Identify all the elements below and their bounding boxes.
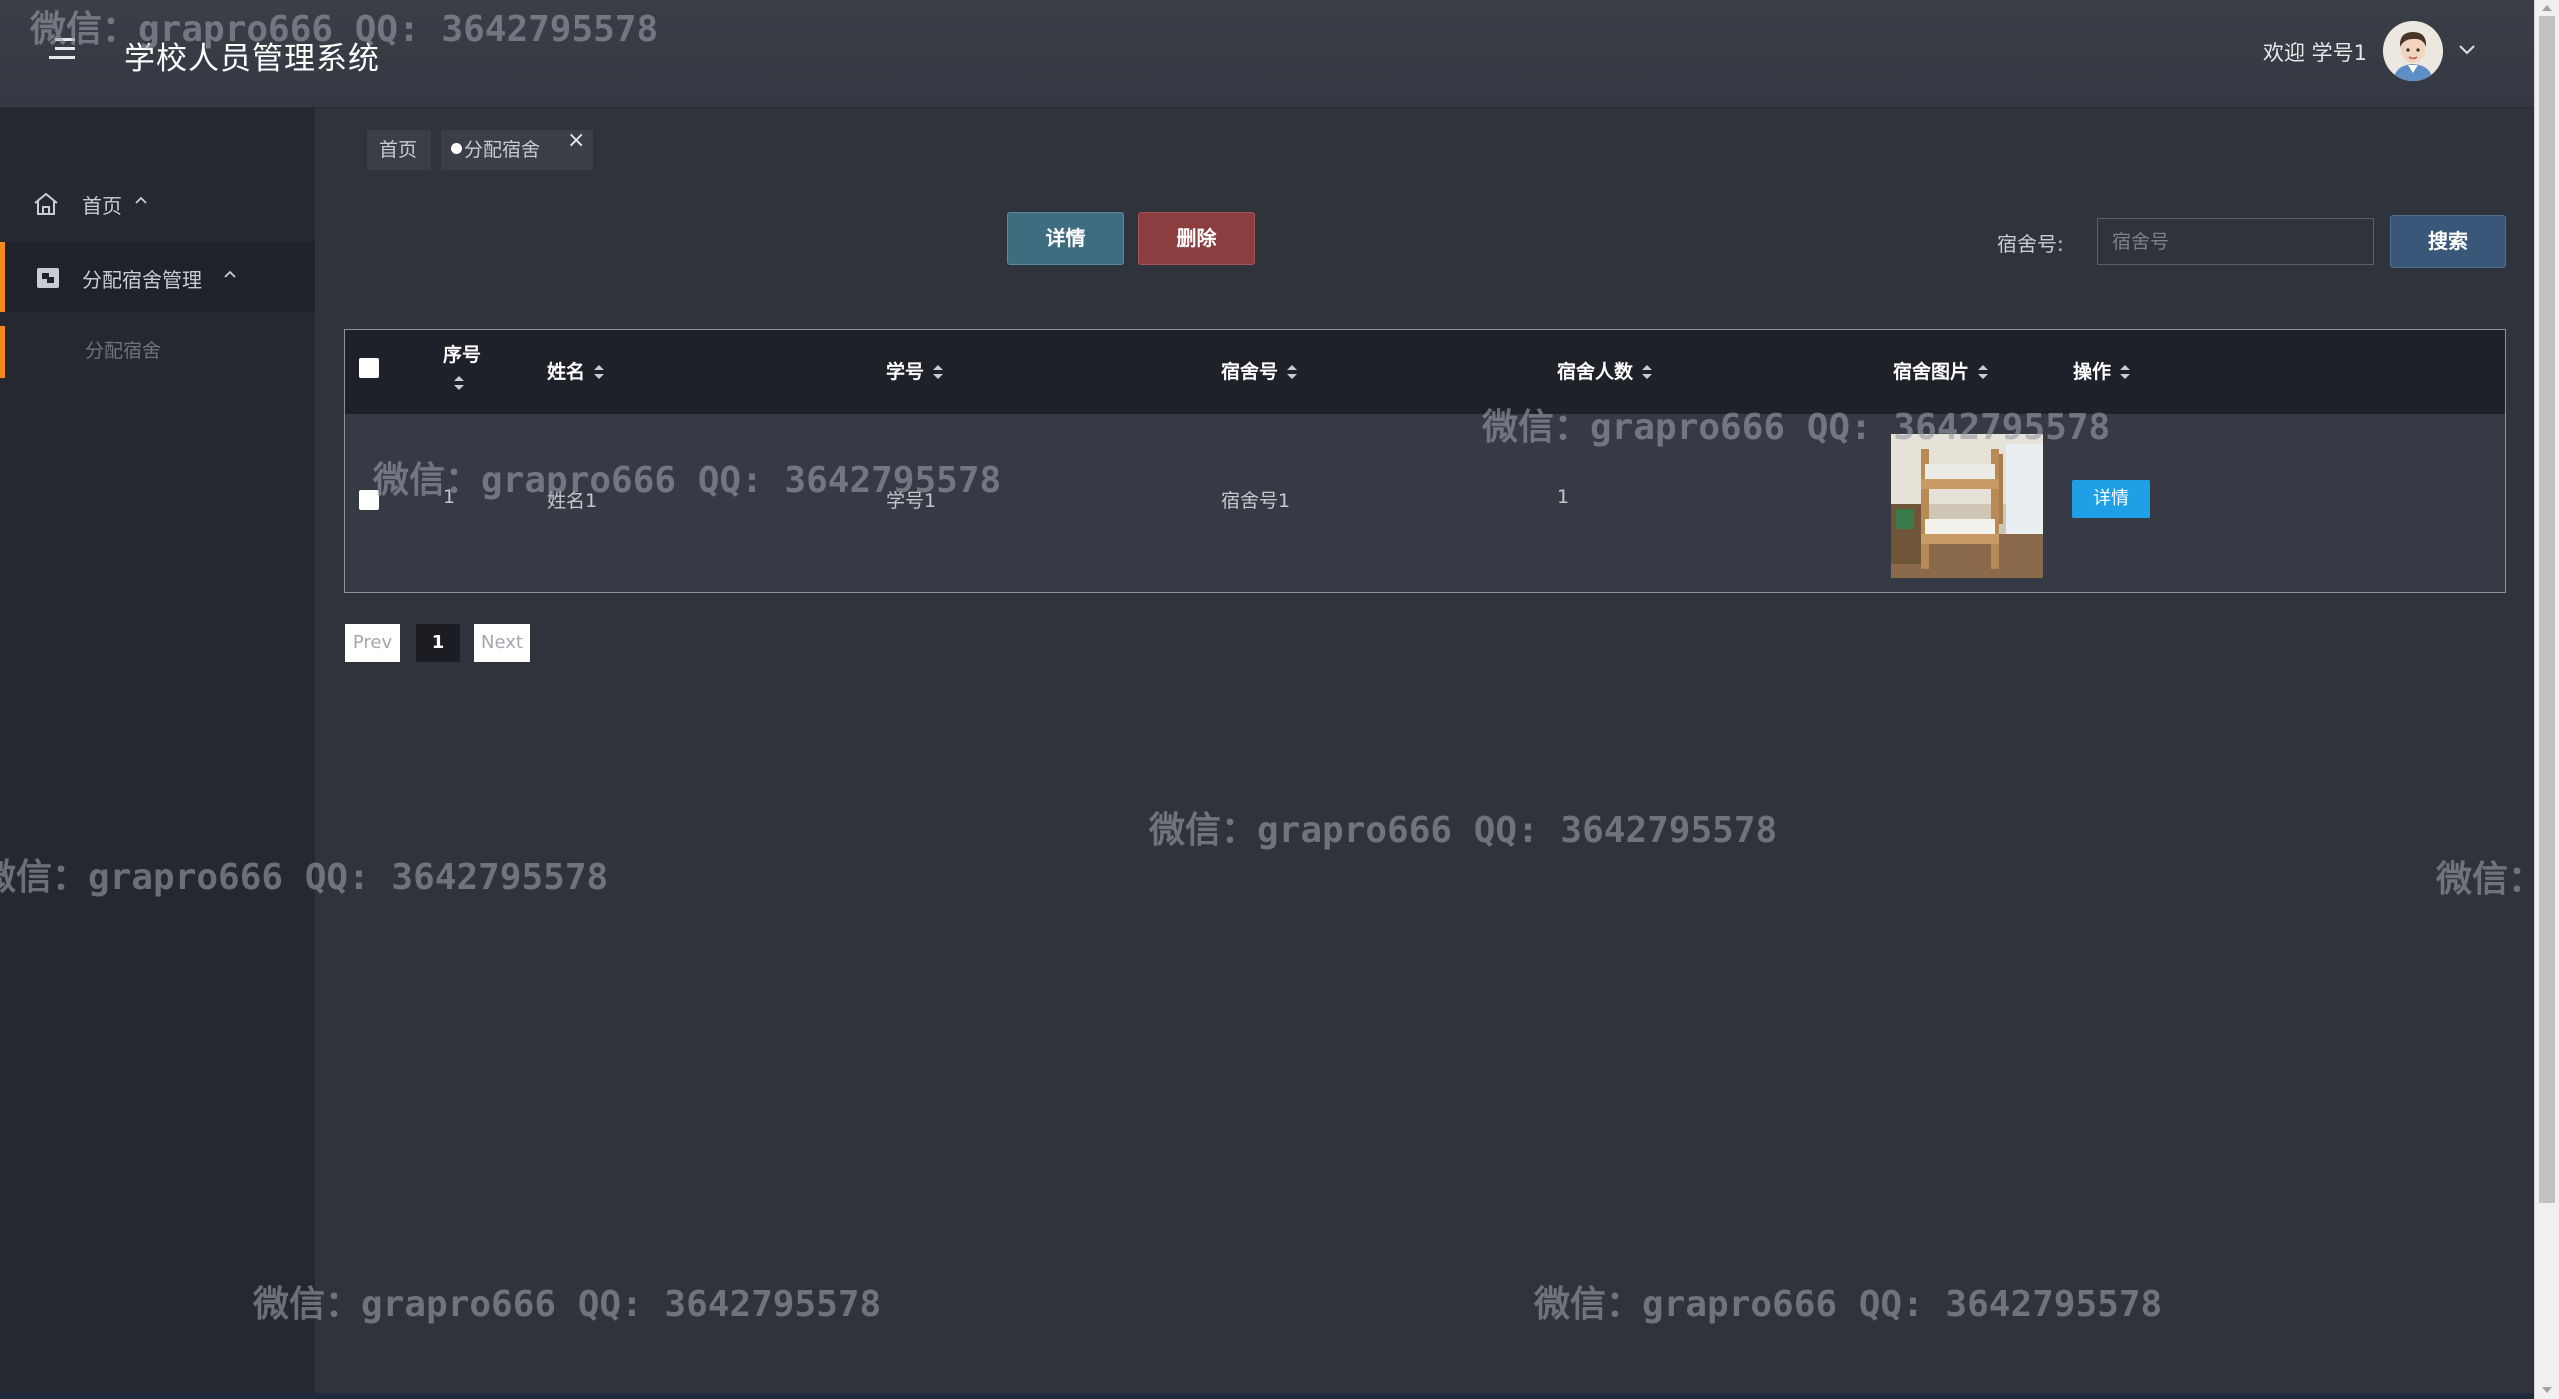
- column-label: 学号: [886, 361, 925, 383]
- cell-dorm-no: 宿舍号1: [1221, 490, 1291, 512]
- column-header-dorm-image[interactable]: 宿舍图片: [1893, 357, 1989, 384]
- select-all-checkbox[interactable]: [359, 358, 379, 378]
- sort-icon: [1978, 364, 1989, 379]
- chevron-up-icon: [135, 196, 147, 204]
- search-button[interactable]: 搜索: [2390, 215, 2506, 268]
- tab-assign-dorm[interactable]: 分配宿舍 ×: [441, 128, 593, 170]
- chevron-down-icon[interactable]: [2455, 38, 2479, 62]
- watermark: 微信：grapro666 QQ: 3642795578: [2436, 859, 2532, 900]
- pagination-next-button[interactable]: Next: [474, 624, 530, 662]
- row-checkbox[interactable]: [359, 490, 379, 510]
- chevron-up-icon: [224, 270, 236, 278]
- watermark: 微信：grapro666 QQ: 3642795578: [1149, 810, 1778, 851]
- table-header: 序号 姓名 学号 宿舍号 宿舍人数 宿舍图片 操作: [345, 330, 2505, 414]
- menu-toggle-icon[interactable]: [47, 38, 77, 64]
- watermark: 微信：grapro666 QQ: 3642795578: [253, 1284, 882, 1325]
- welcome-text: 欢迎 学号1: [2263, 41, 2368, 65]
- column-header-dorm-no[interactable]: 宿舍号: [1221, 357, 1298, 384]
- sort-icon: [933, 364, 944, 379]
- sort-icon: [1642, 364, 1653, 379]
- sidebar-subitem-label: 分配宿舍: [85, 340, 162, 362]
- dorm-icon: [37, 268, 59, 288]
- tab-home[interactable]: 首页: [367, 130, 431, 170]
- cell-dorm-count: 1: [1557, 486, 1570, 508]
- home-icon: [34, 192, 58, 215]
- sort-icon: [1287, 364, 1298, 379]
- watermark: 微信：grapro666 QQ: 3642795578: [1534, 1284, 2163, 1325]
- app-title: 学校人员管理系统: [124, 41, 380, 77]
- column-header-student-id[interactable]: 学号: [886, 357, 944, 384]
- sort-icon: [2120, 364, 2131, 379]
- sidebar-item-label: 分配宿舍管理: [82, 268, 202, 292]
- sidebar-subitem-assign-dorm[interactable]: 分配宿舍: [0, 326, 315, 378]
- search-label: 宿舍号:: [1997, 232, 2064, 256]
- top-header: 学校人员管理系统 欢迎 学号1: [0, 0, 2534, 108]
- column-label: 姓名: [547, 361, 586, 383]
- vertical-scrollbar[interactable]: [2534, 0, 2559, 1399]
- bottom-border: [0, 1393, 2534, 1399]
- data-table: 序号 姓名 学号 宿舍号 宿舍人数 宿舍图片 操作 1 姓名1 学号1 宿舍号1…: [344, 329, 2506, 593]
- user-avatar[interactable]: [2383, 21, 2443, 81]
- sidebar-item-label: 首页: [82, 194, 122, 218]
- column-header-actions[interactable]: 操作: [2073, 357, 2131, 384]
- column-label: 宿舍号: [1221, 361, 1279, 383]
- active-dot-icon: [451, 143, 462, 154]
- scroll-down-icon[interactable]: [2541, 1385, 2553, 1395]
- table-row[interactable]: 1 姓名1 学号1 宿舍号1 1 详情: [345, 414, 2505, 592]
- scrollbar-thumb[interactable]: [2539, 16, 2555, 1203]
- column-header-dorm-count[interactable]: 宿舍人数: [1557, 357, 1653, 384]
- column-header-name[interactable]: 姓名: [547, 357, 605, 384]
- detail-button[interactable]: 详情: [1007, 212, 1124, 265]
- column-label: 操作: [2073, 361, 2112, 383]
- tab-label: 首页: [379, 139, 418, 161]
- sidebar-item-dorm-management[interactable]: 分配宿舍管理: [0, 242, 315, 312]
- column-label: 宿舍人数: [1557, 361, 1634, 383]
- cell-index: 1: [443, 486, 456, 508]
- pagination-prev-button[interactable]: Prev: [345, 624, 400, 662]
- tab-label: 分配宿舍: [464, 139, 541, 161]
- cell-name: 姓名1: [547, 490, 598, 512]
- close-icon[interactable]: ×: [567, 121, 585, 161]
- pagination-page-1[interactable]: 1: [416, 624, 460, 662]
- row-detail-button[interactable]: 详情: [2072, 480, 2150, 518]
- scroll-up-icon[interactable]: [2541, 3, 2553, 13]
- column-label: 宿舍图片: [1893, 361, 1970, 383]
- column-header-index[interactable]: 序号: [443, 340, 483, 390]
- search-input[interactable]: [2097, 218, 2374, 265]
- delete-button[interactable]: 删除: [1138, 212, 1255, 265]
- sidebar-item-home[interactable]: 首页: [0, 168, 315, 238]
- column-label: 序号: [443, 344, 482, 366]
- dorm-image[interactable]: [1891, 434, 2043, 578]
- sort-icon: [594, 364, 605, 379]
- cell-student-id: 学号1: [886, 490, 937, 512]
- sort-icon: [454, 376, 464, 390]
